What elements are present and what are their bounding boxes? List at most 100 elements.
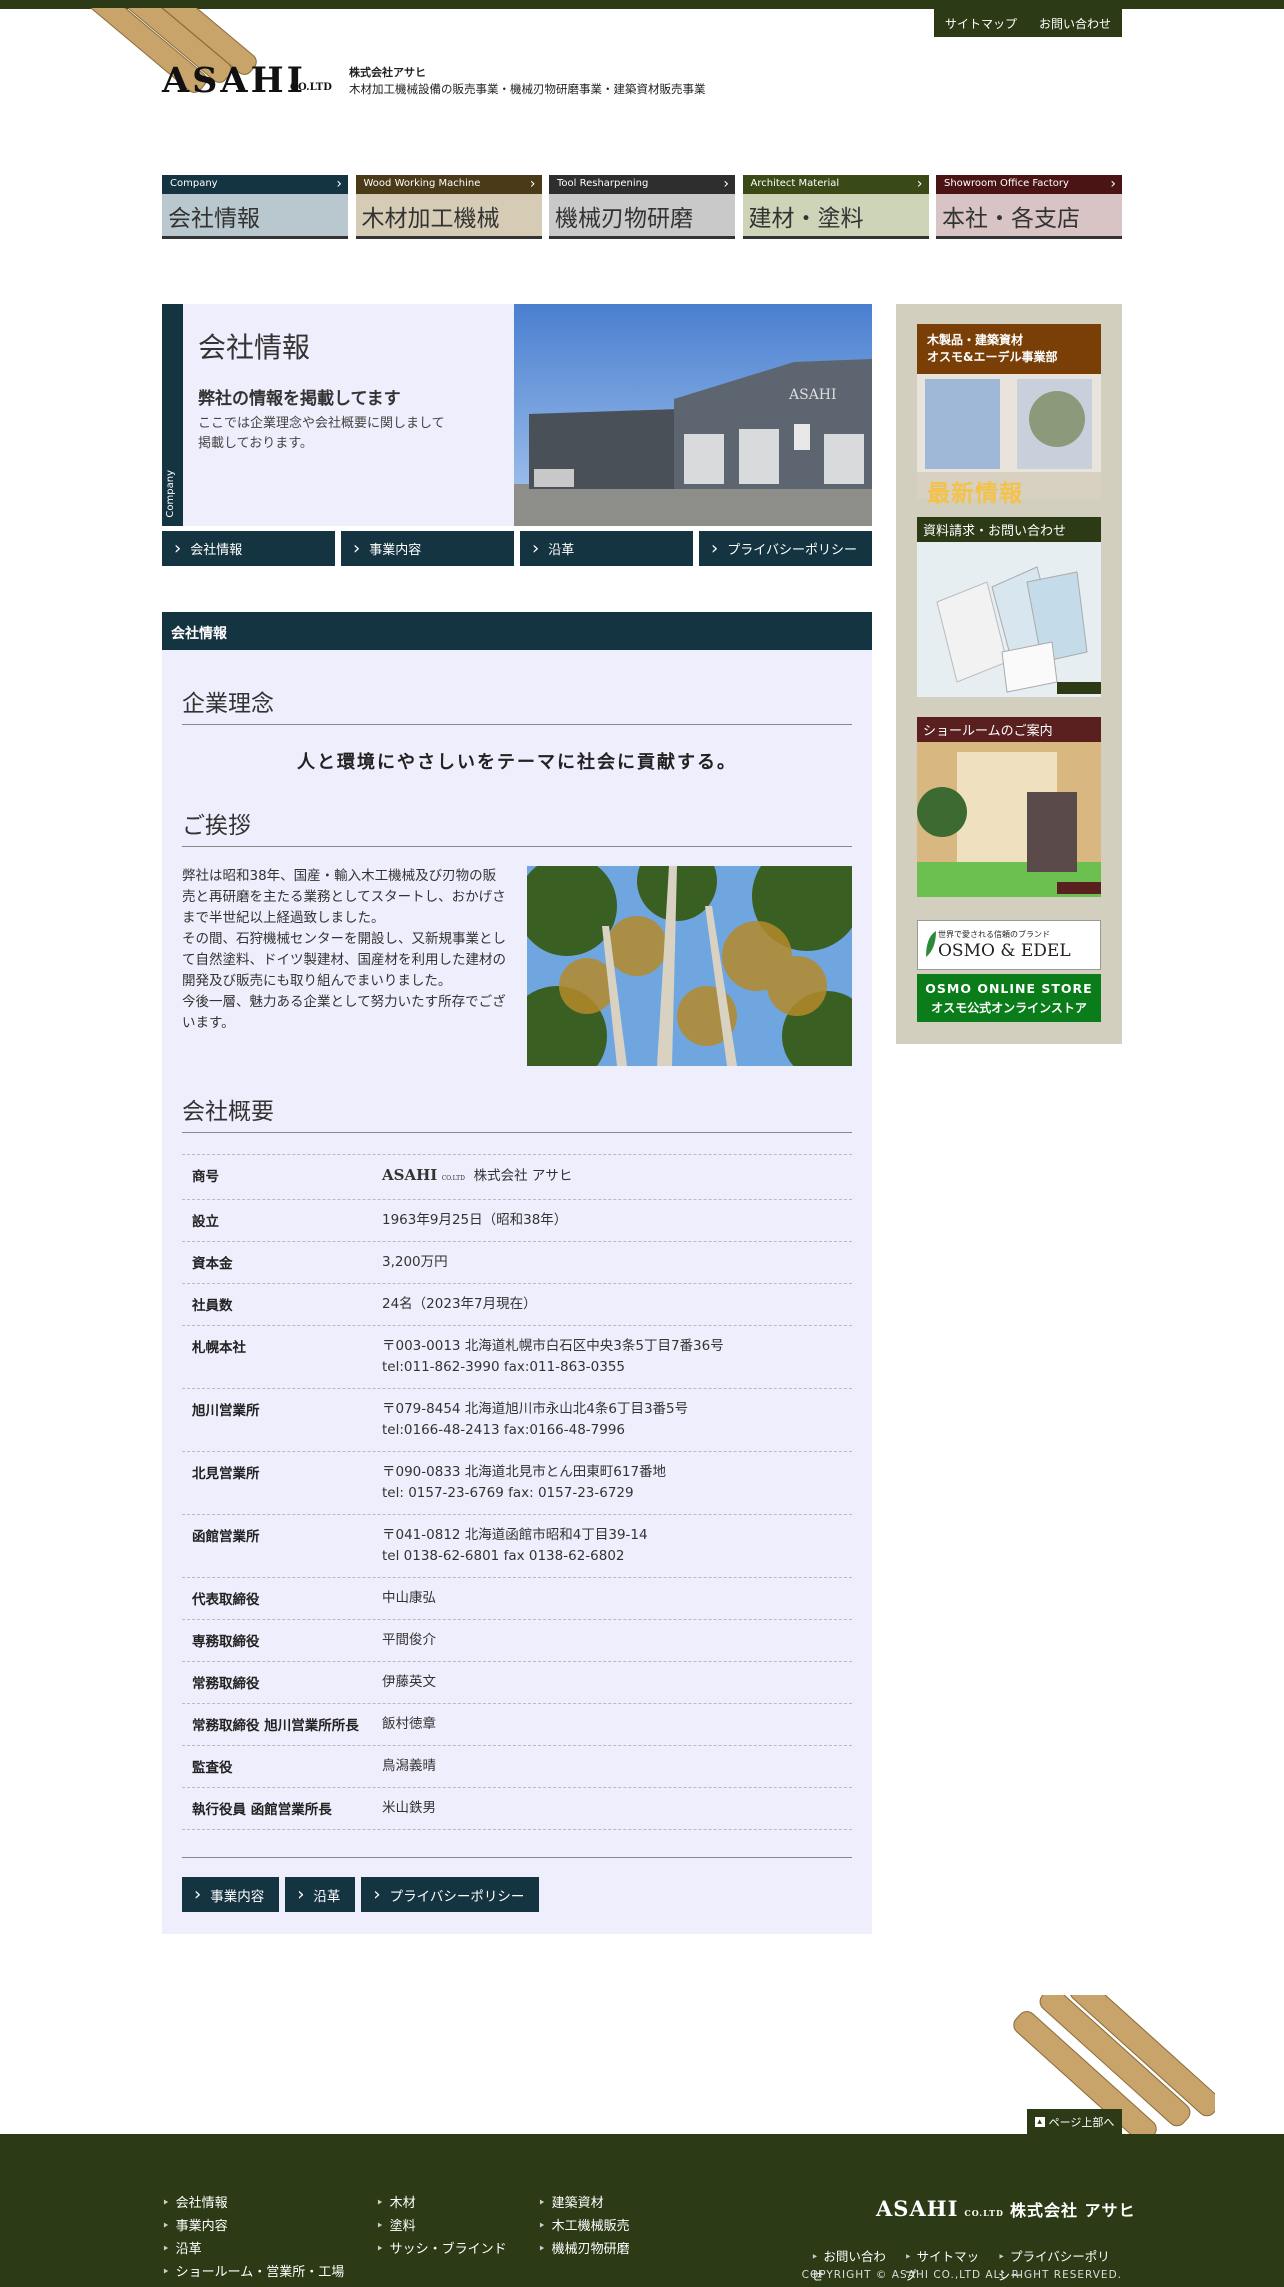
row-value: 中山康弘 [382,1590,436,1606]
chevron-right-icon: › [174,538,182,559]
section-divider [182,1857,852,1858]
history-button[interactable]: › 沿革 [285,1877,356,1912]
building-photo: ASAHI [514,304,872,526]
store-label-ja: オスモ公式オンラインストア [931,1001,1087,1015]
store-label-en: OSMO ONLINE STORE [925,981,1093,996]
gnav-company[interactable]: Company 会社情報 [162,175,348,239]
table-row: 監査役 鳥潟義晴 [182,1745,852,1787]
subnav-label: プライバシーポリシー [727,543,857,558]
gnav-en-label: Company [162,175,348,194]
footer-link[interactable]: 塗料 [376,2215,507,2238]
gnav-ja-label: 木材加工機械 [355,194,542,239]
row-key: 専務取締役 [192,1634,260,1650]
chevron-right-icon: › [194,1884,202,1905]
subnav-privacy[interactable]: › プライバシーポリシー [699,531,872,566]
footer-link[interactable]: 事業内容 [162,2215,344,2238]
subnav-history[interactable]: › 沿革 [520,531,693,566]
site-logo-co: CO.LTD [290,82,332,93]
chevron-right-icon: › [373,1884,381,1905]
chevron-right-icon: › [711,538,719,559]
chevron-right-icon: › [353,538,361,559]
osmo-edel-banner[interactable]: 世界で愛される信頼のブランド OSMO & EDEL [917,920,1101,970]
button-label: 事業内容 [210,1888,265,1905]
footer-link[interactable]: 木工機械販売 [538,2215,630,2238]
page-top-label: ページ上部へ [1048,2115,1115,2129]
row-value: 〒041-0812 北海道函館市昭和4丁目39-14 tel 0138-62-68… [382,1525,648,1567]
table-row: 執行役員 函館営業所長 米山鉄男 [182,1787,852,1829]
global-nav: Company 会社情報 Wood Working Machine 木材加工機械… [162,175,1122,239]
hero-title: 会社情報 [198,331,311,364]
company-info-section: 会社情報 企業理念 人と環境にやさしいをテーマに社会に貢献する。 ご挨拶 弊社は… [162,612,872,1934]
row-value: 伊藤英文 [382,1674,436,1690]
showroom-banner-head: ショールームのご案内 [917,717,1101,742]
row-value: 24名（2023年7月現在） [382,1296,537,1312]
gnav-ja-label: 本社・各支店 [936,194,1122,239]
row-key: 商号 [192,1169,219,1185]
row-key: 北見営業所 [192,1466,260,1482]
osmo-online-store-button[interactable]: OSMO ONLINE STORE オスモ公式オンラインストア [917,974,1101,1022]
row-value: 平間俊介 [382,1632,436,1648]
gnav-architect-material[interactable]: Architect Material 建材・塗料 [742,175,929,239]
row-value: 鳥潟義晴 [382,1758,436,1774]
business-button[interactable]: › 事業内容 [182,1877,280,1912]
table-row: 常務取締役 伊藤英文 [182,1661,852,1703]
page-top-button[interactable]: ▴ ページ上部へ [1027,2109,1122,2134]
trade-name-logo: ASAHI [382,1166,438,1184]
footer-link[interactable]: 機械刃物研磨 [538,2238,630,2261]
leaf-icon [926,931,936,957]
footer-logo-co: CO.LTD [964,2208,1004,2218]
site-logo[interactable]: ASAHI [162,60,306,101]
table-row: 常務取締役 旭川営業所所長 飯村徳章 [182,1703,852,1745]
table-row: 北見営業所 〒090-0833 北海道北見市とん田東町617番地 tel: 0157… [182,1451,852,1514]
footer-link[interactable]: 沿革 [162,2238,344,2261]
gnav-showroom[interactable]: Showroom Office Factory 本社・各支店 [936,175,1122,239]
gnav-wood-machine[interactable]: Wood Working Machine 木材加工機械 [355,175,542,239]
trade-name-logo-co: CO.LTD [441,1175,465,1182]
sub-nav: › 会社情報 › 事業内容 › 沿革 › プライバシーポリシー [162,531,872,566]
footer-link[interactable]: ショールーム・営業所・工場 [162,2261,345,2284]
hero-subtitle: 弊社の情報を掲載してます [198,389,401,409]
footer-logo[interactable]: ASAHI CO.LTD 株式会社 アサヒ [876,2196,1136,2221]
footer-link[interactable]: サッシ・ブラインド [376,2238,507,2261]
request-banner[interactable]: 資料請求・お問い合わせ [917,517,1101,697]
row-value: 3,200万円 [382,1254,448,1270]
row-value: 飯村徳章 [382,1716,436,1732]
gnav-ja-label: 機械刃物研磨 [549,194,735,239]
privacy-button[interactable]: › プライバシーポリシー [361,1877,540,1912]
contact-link[interactable]: お問い合わせ [1039,15,1111,32]
osmo-tagline: 世界で愛される信頼のブランド [938,930,1050,939]
subnav-business[interactable]: › 事業内容 [341,531,514,566]
table-row: 旭川営業所 〒079-8454 北海道旭川市永山北4条6丁目3番5号 tel:016… [182,1388,852,1451]
showroom-banner[interactable]: ショールームのご案内 [917,717,1101,897]
table-row: 函館営業所 〒041-0812 北海道函館市昭和4丁目39-14 tel 0138-… [182,1514,852,1577]
row-value: ASAHI CO.LTD 株式会社 アサヒ [382,1165,572,1189]
gnav-en-label: Showroom Office Factory [936,175,1122,194]
request-banner-head: 資料請求・お問い合わせ [917,517,1101,542]
gnav-ja-label: 会社情報 [162,194,348,239]
greeting-heading: ご挨拶 [182,806,852,847]
footer-col-3: 建築資材 木工機械販売 機械刃物研磨 [538,2192,630,2261]
sitemap-link[interactable]: サイトマップ [945,15,1017,32]
row-key: 常務取締役 旭川営業所所長 [192,1718,359,1734]
subnav-label: 会社情報 [190,543,243,558]
table-row: 社員数 24名（2023年7月現在） [182,1283,852,1325]
subnav-company[interactable]: › 会社情報 [162,531,335,566]
footer-link[interactable]: 建築資材 [538,2192,630,2215]
phone-line: tel: 0157-23-6769 fax: 0157-23-6729 [382,1485,634,1501]
footer-col-2: 木材 塗料 サッシ・ブラインド [376,2192,507,2261]
row-key: 執行役員 函館営業所長 [192,1802,332,1818]
svg-text:ASAHI: ASAHI [788,387,837,403]
gnav-tool-resharpening[interactable]: Tool Resharpening 機械刃物研磨 [549,175,735,239]
greeting-text: 弊社は昭和38年、国産・輸入木工機械及び刃物の販売と再研磨を主たる業務としてスタ… [182,868,506,1031]
news-banner[interactable]: 木製品・建築資材 オスモ&エーデル事業部 最新情報 [917,324,1101,507]
phone-line: tel 0138-62-6801 fax 0138-62-6802 [382,1548,625,1564]
row-key: 設立 [192,1214,219,1230]
overview-heading: 会社概要 [182,1092,852,1133]
row-value: 米山鉄男 [382,1800,436,1816]
footer-link[interactable]: 会社情報 [162,2192,344,2215]
footer-link[interactable]: 木材 [376,2192,507,2215]
philosophy-heading: 企業理念 [182,684,852,725]
phone-line: tel:011-862-3990 fax:011-863-0355 [382,1359,626,1375]
row-key: 監査役 [192,1760,233,1776]
button-label: 沿革 [313,1888,341,1905]
